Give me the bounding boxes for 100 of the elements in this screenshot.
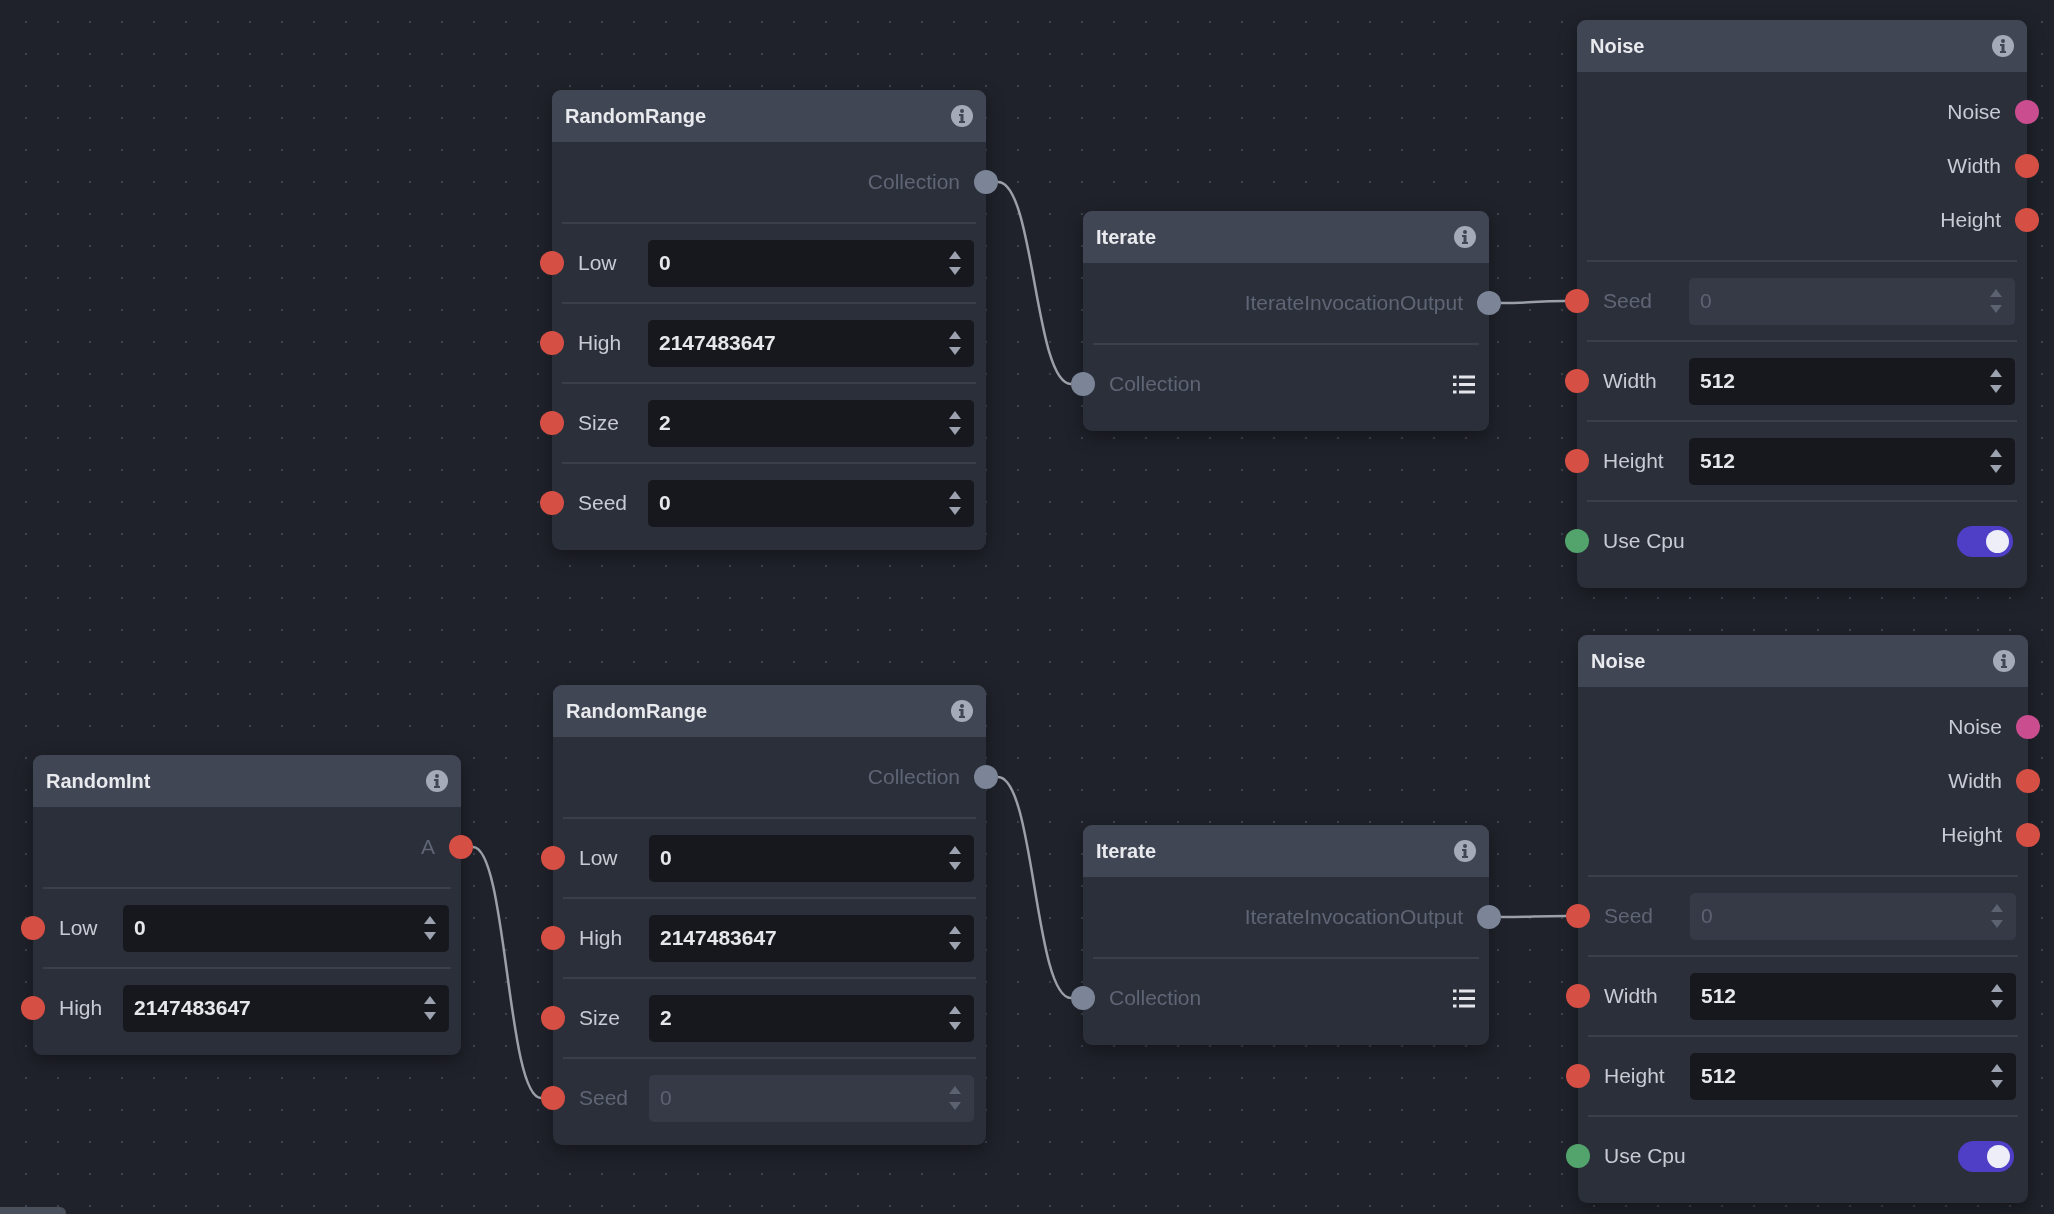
input-port[interactable] — [1071, 986, 1095, 1010]
number-field[interactable]: 512 — [1690, 1052, 2016, 1100]
input-label: Seed — [1604, 904, 1655, 928]
number-field[interactable]: 512 — [1689, 357, 2015, 405]
output-label: A — [421, 835, 435, 859]
input-port[interactable] — [540, 331, 564, 355]
spinner-icon[interactable] — [948, 249, 962, 277]
output-port[interactable] — [2016, 715, 2040, 739]
node-title: Noise — [1591, 649, 1646, 673]
node-header[interactable]: Iterate — [1083, 211, 1489, 263]
input-label: Low — [579, 846, 619, 870]
number-field[interactable]: 512 — [1689, 437, 2015, 485]
input-label: Low — [59, 916, 99, 940]
node-header[interactable]: Noise — [1578, 635, 2028, 687]
input-port[interactable] — [1566, 1144, 1590, 1168]
node-header[interactable]: Iterate — [1083, 825, 1489, 877]
input-label: Seed — [1603, 289, 1654, 313]
output-label: Width — [1947, 154, 2001, 178]
info-icon[interactable] — [1454, 840, 1476, 862]
info-icon[interactable] — [1993, 650, 2015, 672]
number-field[interactable]: 0 — [123, 904, 449, 952]
input-label: High — [579, 926, 624, 950]
spinner-icon[interactable] — [948, 489, 962, 517]
scrollbar-thumb[interactable] — [0, 1207, 66, 1214]
input-port[interactable] — [1566, 984, 1590, 1008]
output-port[interactable] — [2015, 208, 2039, 232]
input-port[interactable] — [1565, 449, 1589, 473]
output-label: IterateInvocationOutput — [1244, 905, 1463, 929]
number-field[interactable]: 2147483647 — [123, 984, 449, 1032]
number-field[interactable]: 2 — [649, 994, 974, 1042]
node-header[interactable]: RandomInt — [33, 755, 461, 807]
output-label: Collection — [867, 765, 960, 789]
toggle-switch[interactable] — [1957, 525, 2013, 557]
spinner-icon[interactable] — [1989, 367, 2003, 395]
input-label: Width — [1603, 369, 1658, 393]
list-icon[interactable] — [1453, 988, 1475, 1008]
node-title: Iterate — [1096, 839, 1157, 863]
connection-wire — [1501, 299, 1565, 305]
input-label: Use Cpu — [1604, 1144, 1687, 1168]
output-label: Height — [1940, 208, 2001, 232]
number-field[interactable]: 0 — [648, 239, 974, 287]
number-field[interactable]: 2147483647 — [649, 914, 974, 962]
input-port[interactable] — [540, 491, 564, 515]
spinner-icon[interactable] — [423, 914, 437, 942]
toggle-switch[interactable] — [1958, 1140, 2014, 1172]
info-icon[interactable] — [1454, 226, 1476, 248]
output-port[interactable] — [2016, 769, 2040, 793]
spinner-icon[interactable] — [948, 844, 962, 872]
input-port[interactable] — [1565, 529, 1589, 553]
input-label: Height — [1603, 449, 1665, 473]
number-field[interactable]: 0 — [648, 479, 974, 527]
list-icon[interactable] — [1453, 374, 1475, 394]
spinner-icon[interactable] — [948, 1004, 962, 1032]
info-icon[interactable] — [951, 700, 973, 722]
node-title: Noise — [1590, 34, 1645, 58]
input-port[interactable] — [540, 411, 564, 435]
spinner-icon[interactable] — [1990, 1062, 2004, 1090]
info-icon[interactable] — [951, 105, 973, 127]
input-label: High — [59, 996, 104, 1020]
number-field[interactable]: 2 — [648, 399, 974, 447]
output-port[interactable] — [1477, 291, 1501, 315]
output-port[interactable] — [2016, 823, 2040, 847]
number-field[interactable]: 0 — [649, 834, 974, 882]
input-port[interactable] — [541, 846, 565, 870]
node-header[interactable]: Noise — [1577, 20, 2027, 72]
spinner-icon[interactable] — [1990, 982, 2004, 1010]
node-title: RandomRange — [565, 104, 707, 128]
output-port[interactable] — [2015, 154, 2039, 178]
info-icon[interactable] — [426, 770, 448, 792]
input-port[interactable] — [541, 1086, 565, 1110]
input-port[interactable] — [21, 916, 45, 940]
node-header[interactable]: RandomRange — [553, 685, 986, 737]
output-port[interactable] — [449, 835, 473, 859]
node-header[interactable]: RandomRange — [552, 90, 986, 142]
input-port[interactable] — [541, 926, 565, 950]
number-field[interactable]: 2147483647 — [648, 319, 974, 367]
input-label: Collection — [1109, 986, 1202, 1010]
output-port[interactable] — [2015, 100, 2039, 124]
number-field[interactable]: 512 — [1690, 972, 2016, 1020]
output-port[interactable] — [974, 765, 998, 789]
spinner-icon[interactable] — [948, 409, 962, 437]
spinner-icon[interactable] — [423, 994, 437, 1022]
input-port[interactable] — [1566, 904, 1590, 928]
input-port[interactable] — [1071, 372, 1095, 396]
output-label: Collection — [867, 170, 960, 194]
info-icon[interactable] — [1992, 35, 2014, 57]
input-port[interactable] — [1565, 369, 1589, 393]
spinner-icon[interactable] — [948, 329, 962, 357]
output-port[interactable] — [1477, 905, 1501, 929]
spinner-icon[interactable] — [1989, 447, 2003, 475]
input-port[interactable] — [1566, 1064, 1590, 1088]
output-label: Width — [1948, 769, 2002, 793]
output-port[interactable] — [974, 170, 998, 194]
output-label: Height — [1941, 823, 2002, 847]
input-label: Use Cpu — [1603, 529, 1686, 553]
input-port[interactable] — [540, 251, 564, 275]
input-port[interactable] — [541, 1006, 565, 1030]
spinner-icon[interactable] — [948, 924, 962, 952]
input-port[interactable] — [1565, 289, 1589, 313]
input-port[interactable] — [21, 996, 45, 1020]
